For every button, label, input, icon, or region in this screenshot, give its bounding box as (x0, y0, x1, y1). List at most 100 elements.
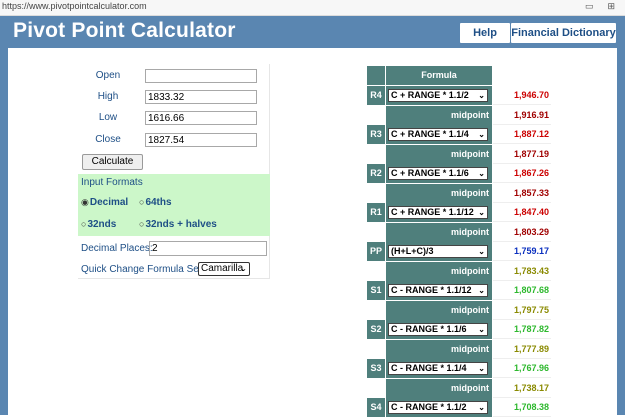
page-title: Pivot Point Calculator (13, 19, 236, 42)
format-32nds-label: 32nds (87, 219, 117, 230)
reader-icon[interactable]: ▭ (585, 1, 594, 12)
midpoint-value: 1,738.17 (493, 379, 551, 398)
table-row: midpoint 1,797.75 (367, 301, 551, 320)
table-row: R3 C + RANGE * 1.1/4 ⌄ 1,887.12 (367, 125, 551, 144)
help-link[interactable]: Help (460, 23, 510, 43)
table-row: S3 C - RANGE * 1.1/4 ⌄ 1,767.96 (367, 359, 551, 378)
formula-select[interactable]: C - RANGE * 1.1/12 ⌄ (388, 284, 488, 297)
formula-select-value: C + RANGE * 1.1/6 (391, 168, 469, 178)
table-row: PP (H+L+C)/3 ⌄ 1,759.17 (367, 242, 551, 261)
format-32nds-radio[interactable]: ○32nds (81, 219, 116, 230)
midpoint-label: midpoint (386, 223, 492, 242)
formula-select-value: (H+L+C)/3 (391, 246, 434, 256)
table-row: midpoint 1,738.17 (367, 379, 551, 398)
midpoint-label: midpoint (386, 184, 492, 203)
chevron-down-icon: ⌄ (478, 364, 485, 373)
formula-select-value: C + RANGE * 1.1/2 (391, 90, 469, 100)
midpoint-value: 1,797.75 (493, 301, 551, 320)
table-row: midpoint 1,783.43 (367, 262, 551, 281)
midpoint-value: 1,916.91 (493, 106, 551, 125)
financial-dictionary-link[interactable]: Financial Dictionary (511, 23, 616, 43)
address-bar[interactable]: https://www.pivotpointcalculator.com (2, 1, 147, 11)
table-row: R4 C + RANGE * 1.1/2 ⌄ 1,946.70 (367, 86, 551, 105)
decimal-places-input[interactable]: 2 (149, 241, 267, 256)
chevron-down-icon: ⌄ (478, 130, 485, 139)
formula-cell: C - RANGE * 1.1/4 ⌄ (386, 359, 492, 378)
radio-icon: ○ (139, 197, 145, 207)
format-64ths-radio[interactable]: ○64ths (139, 197, 172, 208)
site-header: Pivot Point Calculator Help Financial Di… (0, 16, 625, 48)
level-value: 1,847.40 (493, 203, 551, 222)
open-input[interactable] (145, 69, 257, 83)
table-row: S1 C - RANGE * 1.1/12 ⌄ 1,807.68 (367, 281, 551, 300)
right-frame (617, 48, 625, 415)
table-row: midpoint 1,857.33 (367, 184, 551, 203)
open-row: Open (78, 66, 269, 86)
high-row: High 1833.32 (78, 87, 269, 107)
formula-select-value: C + RANGE * 1.1/4 (391, 129, 469, 139)
formula-select[interactable]: C + RANGE * 1.1/6 ⌄ (388, 167, 488, 180)
midpoint-value: 1,877.19 (493, 145, 551, 164)
extensions-icon[interactable]: ⊞ (607, 1, 615, 12)
level-value: 1,759.17 (493, 242, 551, 261)
chevron-down-icon: ⌄ (478, 208, 485, 217)
chevron-down-icon: ⌄ (240, 264, 247, 273)
radio-icon: ○ (81, 219, 87, 229)
formula-cell: C - RANGE * 1.1/12 ⌄ (386, 281, 492, 300)
formula-set-select[interactable]: Camarilla ⌄ (198, 262, 250, 276)
level-value: 1,887.12 (493, 125, 551, 144)
format-32nds-halves-radio[interactable]: ○32nds + halves (139, 219, 217, 230)
format-decimal-radio[interactable]: ◉Decimal (81, 197, 128, 208)
low-row: Low 1616.66 (78, 108, 269, 128)
row-label: R1 (367, 203, 385, 222)
midpoint-value: 1,783.43 (493, 262, 551, 281)
chevron-down-icon: ⌄ (478, 325, 485, 334)
formula-select[interactable]: C + RANGE * 1.1/2 ⌄ (388, 89, 488, 102)
midpoint-value: 1,777.89 (493, 340, 551, 359)
high-input[interactable]: 1833.32 (145, 90, 257, 104)
calculate-button[interactable]: Calculate (82, 154, 143, 170)
format-decimal-label: Decimal (89, 197, 129, 208)
table-row: R2 C + RANGE * 1.1/6 ⌄ 1,867.26 (367, 164, 551, 183)
midpoint-label: midpoint (386, 301, 492, 320)
row-label: R3 (367, 125, 385, 144)
table-row: midpoint 1,803.29 (367, 223, 551, 242)
open-label: Open (95, 70, 121, 81)
formula-set-value: Camarilla (201, 263, 244, 274)
chevron-down-icon: ⌄ (478, 247, 485, 256)
midpoint-label: midpoint (386, 340, 492, 359)
low-label: Low (98, 112, 118, 123)
formula-select[interactable]: C - RANGE * 1.1/6 ⌄ (388, 323, 488, 336)
input-formats-panel: Input Formats ◉Decimal ○64ths ○32nds ○32… (78, 174, 270, 236)
row-label: S2 (367, 320, 385, 339)
format-32nds-halves-label: 32nds + halves (145, 219, 217, 230)
low-input[interactable]: 1616.66 (145, 111, 257, 125)
formula-select[interactable]: (H+L+C)/3 ⌄ (388, 245, 488, 258)
midpoint-label: midpoint (386, 145, 492, 164)
midpoint-label: midpoint (386, 379, 492, 398)
close-input[interactable]: 1827.54 (145, 133, 257, 147)
table-row: midpoint 1,916.91 (367, 106, 551, 125)
table-row: midpoint 1,777.89 (367, 340, 551, 359)
close-row: Close 1827.54 (78, 130, 269, 150)
table-row: S2 C - RANGE * 1.1/6 ⌄ 1,787.82 (367, 320, 551, 339)
formula-select-value: C - RANGE * 1.1/12 (391, 285, 472, 295)
chevron-down-icon: ⌄ (478, 286, 485, 295)
radio-selected-icon: ◉ (81, 197, 89, 207)
table-row: S4 C - RANGE * 1.1/2 ⌄ 1,708.38 (367, 398, 551, 417)
formula-select[interactable]: C - RANGE * 1.1/2 ⌄ (388, 401, 488, 414)
midpoint-label: midpoint (386, 106, 492, 125)
formula-select[interactable]: C - RANGE * 1.1/4 ⌄ (388, 362, 488, 375)
level-value: 1,867.26 (493, 164, 551, 183)
formula-select[interactable]: C + RANGE * 1.1/4 ⌄ (388, 128, 488, 141)
table-header-row: Formula (367, 66, 551, 85)
table-row: R1 C + RANGE * 1.1/12 ⌄ 1,847.40 (367, 203, 551, 222)
formula-select[interactable]: C + RANGE * 1.1/12 ⌄ (388, 206, 488, 219)
midpoint-value: 1,803.29 (493, 223, 551, 242)
quick-change-label: Quick Change Formula Set: (81, 264, 205, 275)
formula-cell: C - RANGE * 1.1/6 ⌄ (386, 320, 492, 339)
radio-icon: ○ (139, 219, 145, 229)
left-frame (0, 48, 8, 415)
formula-header: Formula (386, 66, 492, 85)
browser-bar: https://www.pivotpointcalculator.com ▭ ⊞ (0, 0, 625, 16)
